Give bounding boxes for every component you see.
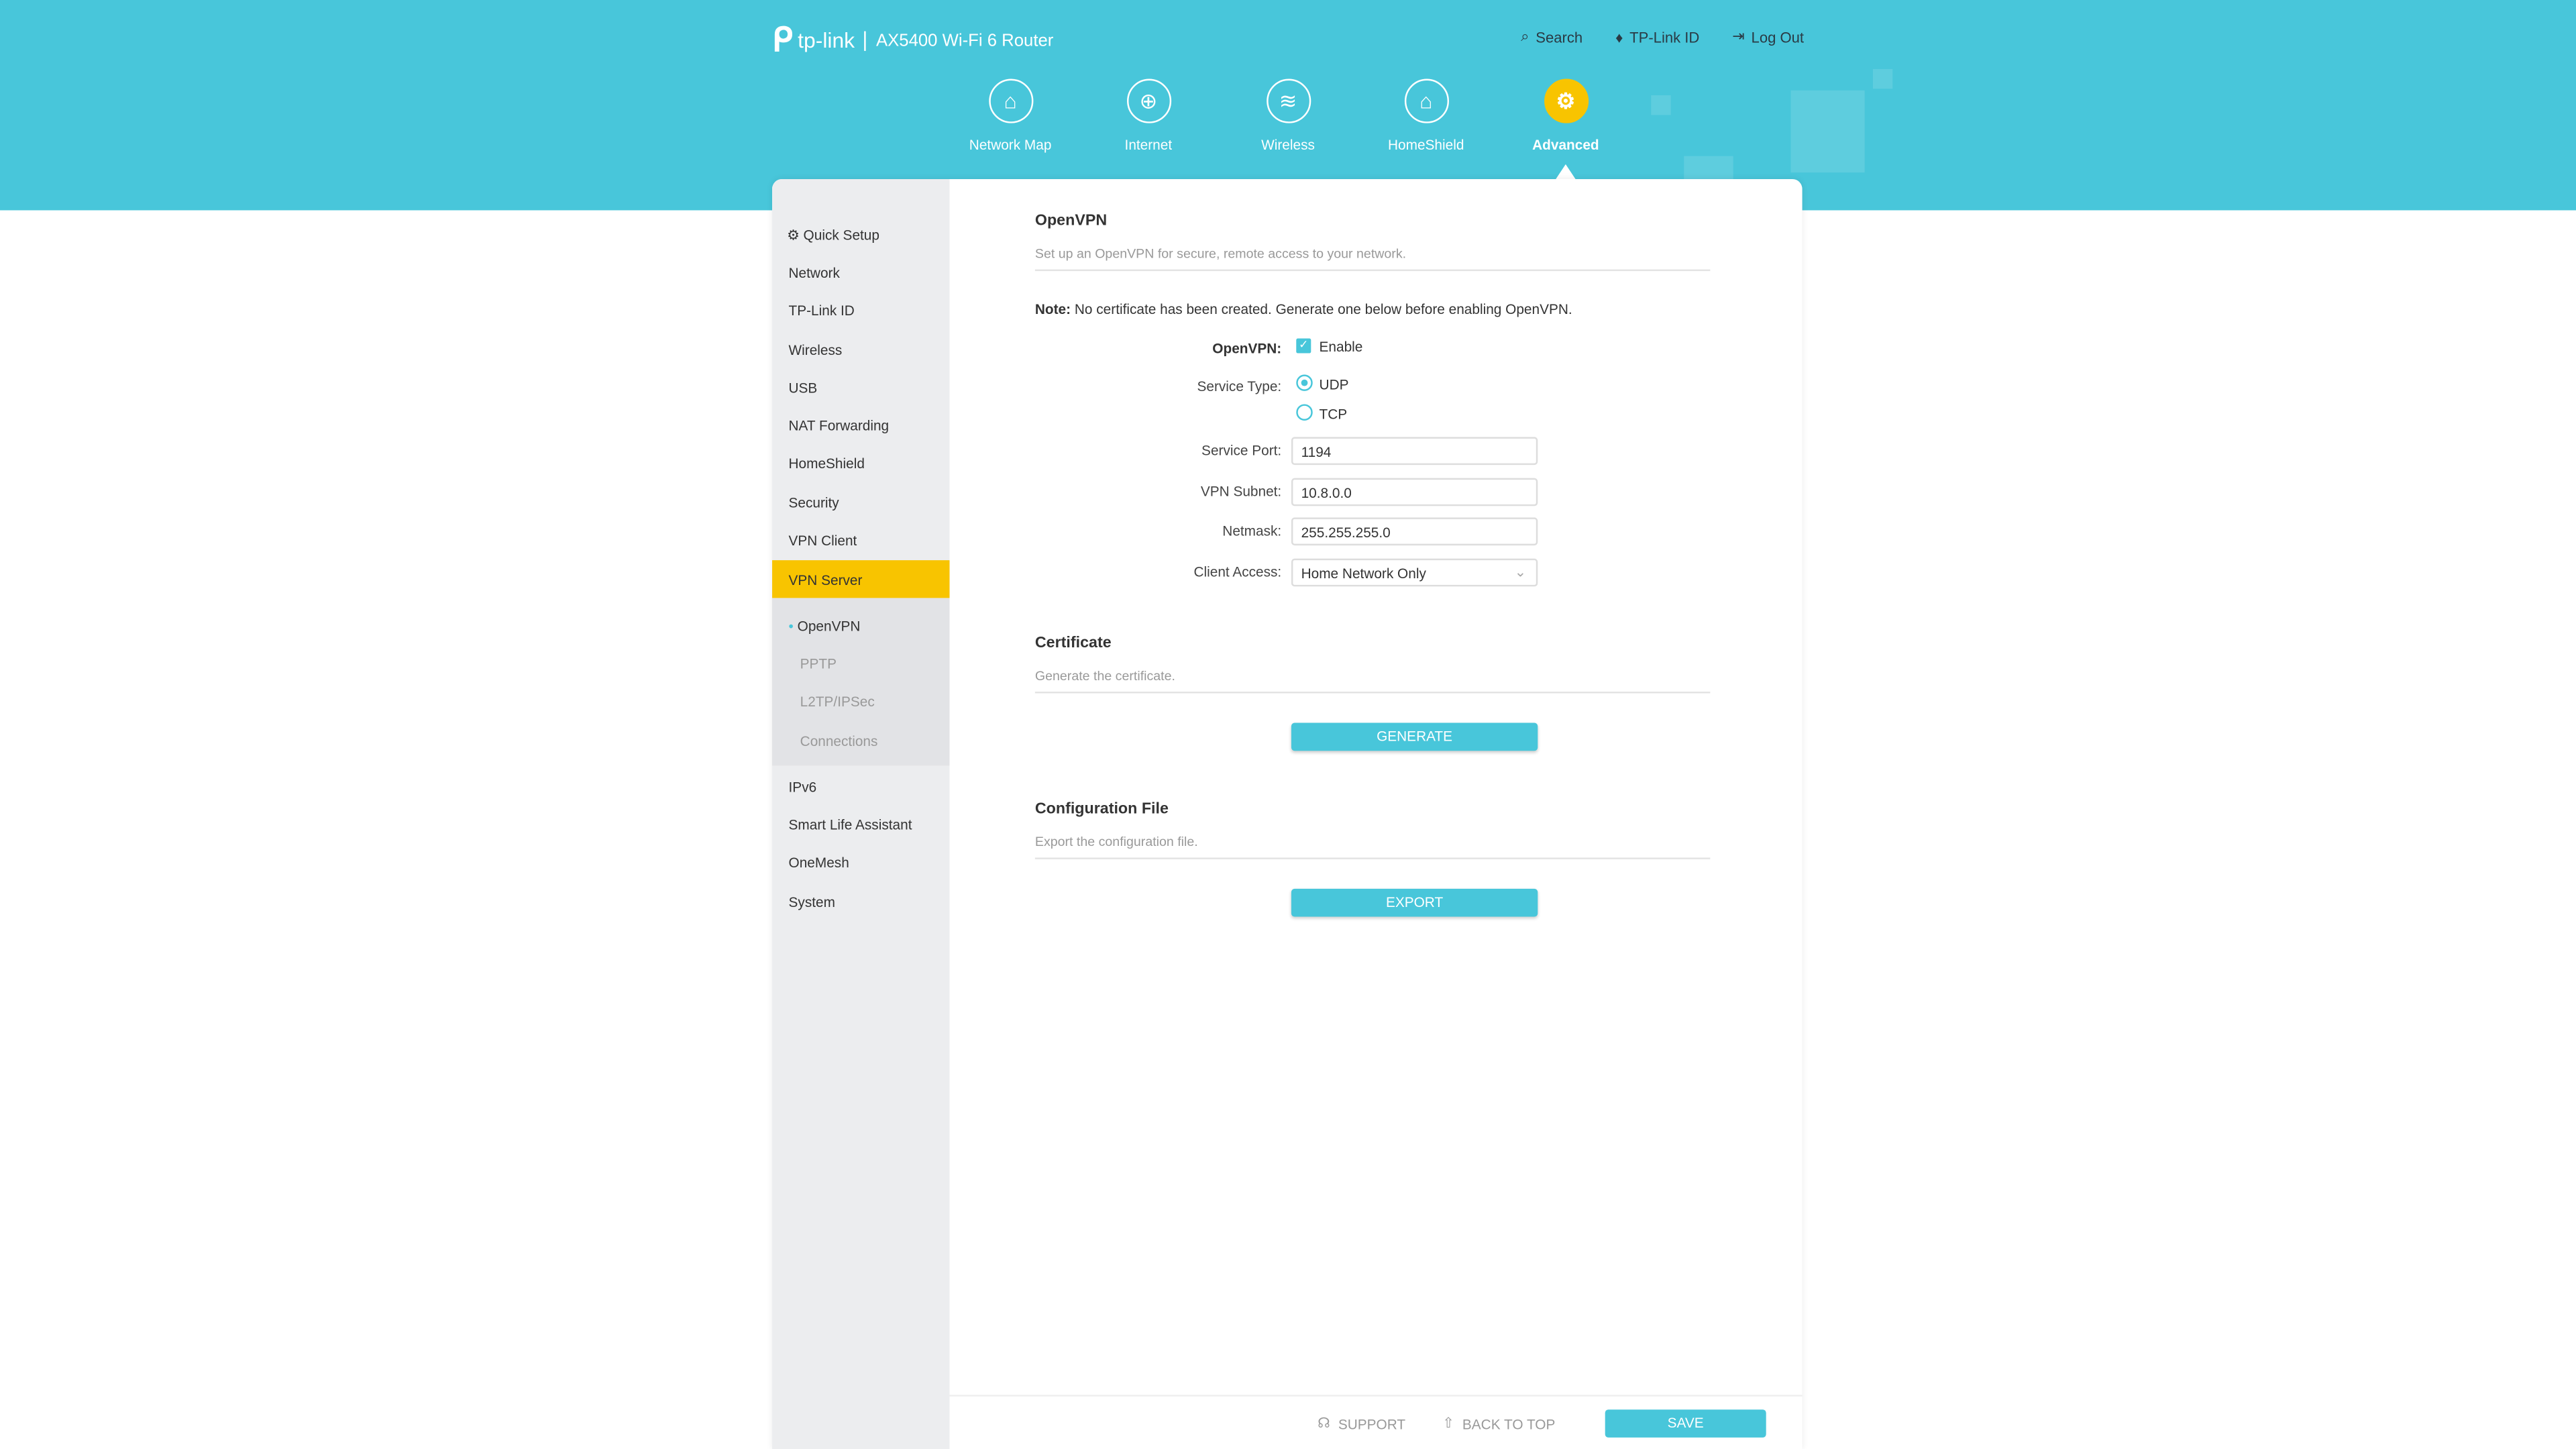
chevron-down-icon: ⌄: [1514, 564, 1527, 580]
nav-homeshield[interactable]: ⌂ HomeShield: [1360, 78, 1492, 153]
sidebar-sub-connections[interactable]: Connections: [800, 733, 878, 749]
main-card: ⚙ Quick Setup Network TP-Link ID Wireles…: [772, 178, 1803, 1449]
sidebar-item-tp-link-id[interactable]: TP-Link ID: [789, 303, 855, 319]
sidebar-item-homeshield[interactable]: HomeShield: [789, 455, 865, 471]
arrow-up-circle-icon: ⇧: [1442, 1414, 1454, 1432]
router-model: AX5400 Wi-Fi 6 Router: [864, 30, 1053, 50]
gear-icon: ⚙: [787, 226, 800, 244]
footer-bar: ☊ SUPPORT ⇧ BACK TO TOP SAVE: [949, 1395, 1803, 1449]
sidebar-item-quick-setup[interactable]: ⚙ Quick Setup: [787, 227, 879, 245]
sidebar: ⚙ Quick Setup Network TP-Link ID Wireles…: [772, 178, 950, 1449]
sidebar-item-nat-forwarding[interactable]: NAT Forwarding: [789, 417, 890, 433]
divider: [1034, 269, 1711, 272]
certificate-title: Certificate: [1034, 634, 1112, 653]
tp-link-logo-mark: ᑭ: [772, 23, 793, 60]
tcp-radio[interactable]: [1296, 404, 1313, 421]
search-link[interactable]: ⌕ Search: [1521, 28, 1582, 46]
divider: [1034, 692, 1711, 694]
config-desc: Export the configuration file.: [1034, 835, 1198, 850]
headset-icon: ☊: [1318, 1414, 1330, 1432]
config-title: Configuration File: [1034, 800, 1169, 818]
user-icon: ♦: [1615, 28, 1623, 46]
sidebar-sub-l2tp-ipsec[interactable]: L2TP/IPSec: [800, 693, 875, 709]
logout-icon: ⇥: [1732, 28, 1745, 45]
nav-network-map[interactable]: ⌂ Network Map: [945, 78, 1076, 153]
udp-radio[interactable]: [1296, 374, 1313, 391]
nav-advanced[interactable]: ⚙ Advanced: [1500, 78, 1631, 153]
openvpn-desc: Set up an OpenVPN for secure, remote acc…: [1034, 246, 1407, 262]
logout-link[interactable]: ⇥ Log Out: [1732, 28, 1804, 46]
sidebar-item-usb[interactable]: USB: [789, 380, 818, 396]
client-access-select[interactable]: Home Network Only ⌄: [1291, 558, 1538, 587]
export-button[interactable]: EXPORT: [1291, 888, 1538, 917]
sidebar-item-smart-life-assistant[interactable]: Smart Life Assistant: [789, 816, 912, 833]
certificate-desc: Generate the certificate.: [1034, 668, 1175, 684]
service-port-input[interactable]: 1194: [1291, 437, 1538, 466]
sidebar-item-ipv6[interactable]: IPv6: [789, 779, 817, 795]
save-button[interactable]: SAVE: [1605, 1409, 1766, 1438]
sidebar-item-security[interactable]: Security: [789, 494, 839, 511]
home-shield-icon: ⌂: [1403, 78, 1448, 123]
sidebar-sub-pptp[interactable]: PPTP: [800, 655, 837, 672]
support-link[interactable]: ☊ SUPPORT: [1318, 1415, 1405, 1433]
nav-wireless[interactable]: ≋ Wireless: [1222, 78, 1354, 153]
netmask-input[interactable]: 255.255.255.0: [1291, 517, 1538, 546]
nav-internet[interactable]: ⊕ Internet: [1083, 78, 1214, 153]
generate-button[interactable]: GENERATE: [1291, 722, 1538, 751]
active-tab-pointer: [1556, 164, 1576, 179]
vpn-subnet-input[interactable]: 10.8.0.0: [1291, 478, 1538, 506]
router-admin-page: ᑭ tp-link AX5400 Wi-Fi 6 Router ⌕ Search …: [0, 0, 2576, 1449]
sidebar-item-vpn-server[interactable]: VPN Server: [772, 560, 950, 598]
vpn-server-submenu: • OpenVPN PPTP L2TP/IPSec Connections: [772, 598, 950, 766]
sidebar-sub-openvpn[interactable]: • OpenVPN: [789, 618, 861, 634]
globe-icon: ⊕: [1126, 78, 1171, 123]
tp-link-id-link[interactable]: ♦ TP-Link ID: [1615, 28, 1699, 46]
openvpn-title: OpenVPN: [1034, 211, 1108, 230]
sidebar-item-vpn-client[interactable]: VPN Client: [789, 532, 857, 548]
certificate-note: Note: No certificate has been created. G…: [1034, 301, 1572, 317]
sidebar-item-wireless[interactable]: Wireless: [789, 341, 843, 358]
sidebar-item-network[interactable]: Network: [789, 264, 840, 280]
search-icon: ⌕: [1521, 28, 1529, 45]
tp-link-logo[interactable]: ᑭ tp-link AX5400 Wi-Fi 6 Router: [772, 19, 1053, 60]
sidebar-item-onemesh[interactable]: OneMesh: [789, 854, 849, 870]
sidebar-item-system[interactable]: System: [789, 894, 835, 910]
enable-openvpn-checkbox[interactable]: ✓: [1296, 338, 1311, 354]
back-to-top-link[interactable]: ⇧ BACK TO TOP: [1442, 1415, 1555, 1433]
divider: [1034, 857, 1711, 859]
gear-icon: ⚙: [1543, 78, 1588, 123]
network-map-icon: ⌂: [988, 78, 1033, 123]
wifi-icon: ≋: [1265, 78, 1311, 123]
